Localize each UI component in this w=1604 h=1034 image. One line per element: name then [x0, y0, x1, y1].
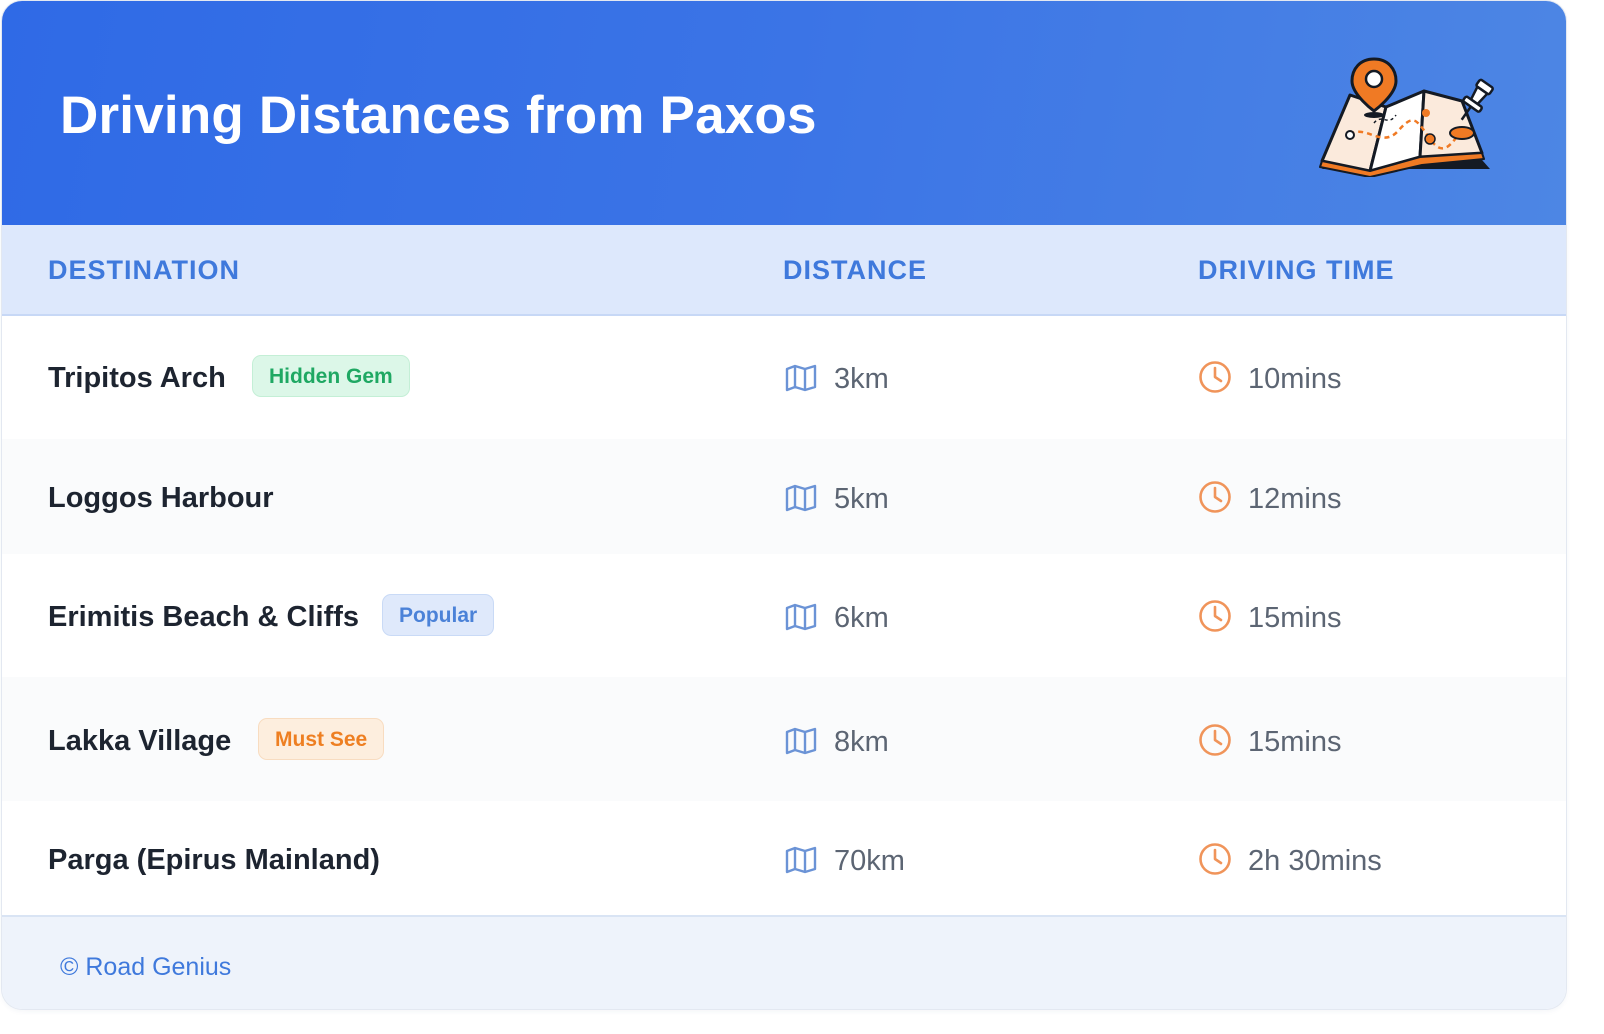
clock-icon — [1199, 600, 1231, 632]
distance-value: 6km — [834, 602, 889, 634]
distance-card: Driving Distances from Paxos DESTINATION… — [2, 1, 1566, 1009]
map-icon — [785, 364, 817, 392]
table-row: Tripitos Arch Hidden Gem 3km 10mins — [2, 316, 1566, 440]
column-header-driving-time[interactable]: DRIVING TIME — [1198, 255, 1395, 286]
clock-icon — [1199, 481, 1231, 513]
column-header-distance[interactable]: DISTANCE — [783, 255, 927, 286]
map-icon — [785, 727, 817, 755]
must-see-badge: Must See — [258, 718, 385, 760]
table-header: DESTINATION DISTANCE DRIVING TIME — [2, 225, 1566, 317]
card-header: Driving Distances from Paxos — [2, 1, 1566, 225]
driving-time-value: 2h 30mins — [1248, 845, 1382, 877]
table-row: Erimitis Beach & Cliffs Popular 6km 15mi… — [2, 554, 1566, 678]
map-icon — [785, 484, 817, 512]
table-row: Lakka Village Must See 8km 15mins — [2, 677, 1566, 802]
destination-name: Erimitis Beach & Cliffs — [48, 601, 360, 633]
copyright-text[interactable]: © Road Genius — [60, 953, 231, 982]
driving-time-value: 10mins — [1248, 363, 1342, 395]
popular-badge: Popular — [382, 594, 495, 636]
map-with-pins-icon — [1319, 57, 1494, 177]
distance-value: 8km — [834, 726, 889, 758]
map-icon — [785, 603, 817, 631]
page-title: Driving Distances from Paxos — [60, 86, 817, 145]
table-row: Loggos Harbour 5km 12mins — [2, 439, 1566, 555]
hidden-gem-badge: Hidden Gem — [252, 355, 410, 397]
driving-time-value: 15mins — [1248, 726, 1342, 758]
distance-value: 3km — [834, 363, 889, 395]
driving-time-value: 12mins — [1248, 483, 1342, 515]
column-header-destination[interactable]: DESTINATION — [48, 255, 240, 286]
destination-name: Lakka Village — [48, 725, 232, 757]
distance-value: 70km — [834, 845, 905, 877]
clock-icon — [1199, 843, 1231, 875]
destination-name: Loggos Harbour — [48, 482, 274, 514]
map-icon — [785, 846, 817, 874]
clock-icon — [1199, 724, 1231, 756]
destination-name: Tripitos Arch — [48, 362, 226, 394]
destination-name: Parga (Epirus Mainland) — [48, 844, 380, 876]
card-footer: © Road Genius — [2, 915, 1566, 1009]
clock-icon — [1199, 361, 1231, 393]
driving-time-value: 15mins — [1248, 602, 1342, 634]
table-row: Parga (Epirus Mainland) 70km 2h 30mins — [2, 801, 1566, 915]
distance-value: 5km — [834, 483, 889, 515]
